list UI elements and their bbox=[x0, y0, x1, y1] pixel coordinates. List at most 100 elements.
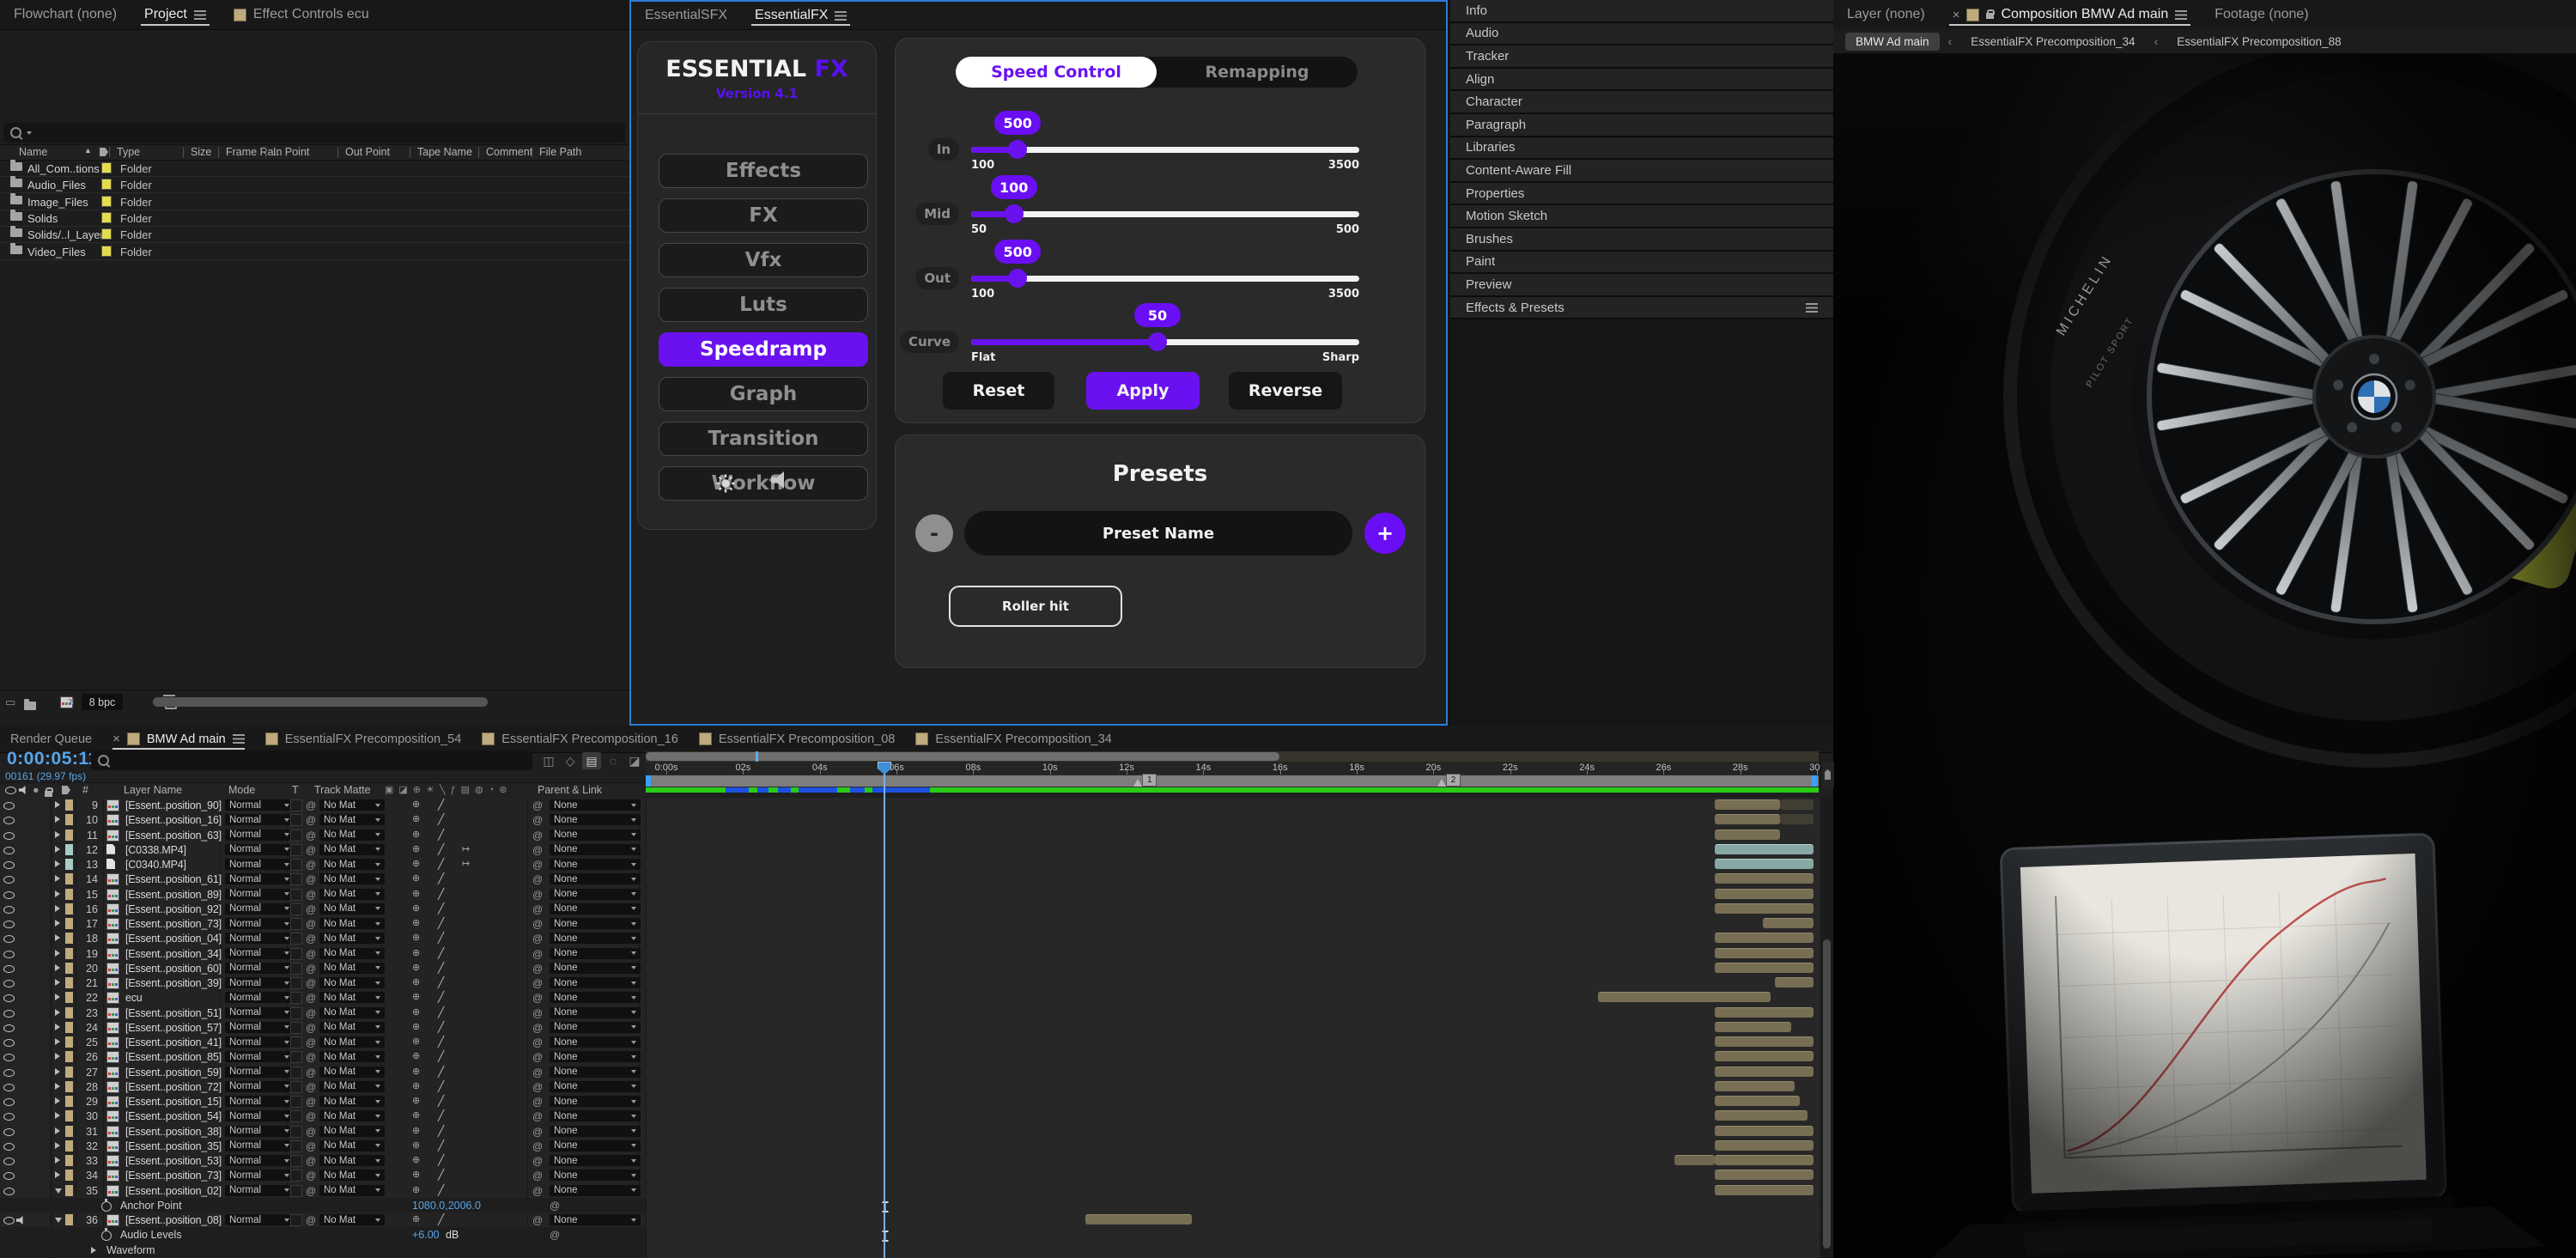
current-timecode[interactable]: 0:00:05:11 bbox=[7, 749, 99, 769]
av-cell[interactable] bbox=[38, 1182, 51, 1198]
new-folder-icon[interactable] bbox=[24, 699, 36, 710]
collapse-switch[interactable]: ⊕ bbox=[412, 1125, 420, 1136]
track-matte-dropdown[interactable]: No Mat bbox=[319, 902, 385, 915]
close-icon[interactable]: × bbox=[112, 732, 120, 746]
label-color-chip[interactable] bbox=[101, 245, 112, 257]
parent-pickwhip[interactable]: @ bbox=[532, 1126, 543, 1138]
layer-name[interactable]: [Essent..position_54] bbox=[125, 1110, 227, 1122]
layer-name[interactable]: [Essent..position_04] bbox=[125, 933, 227, 945]
collapse-switch[interactable]: ⊕ bbox=[412, 1109, 420, 1121]
pickwhip-icon[interactable]: @ bbox=[550, 1200, 560, 1212]
quality-switch[interactable]: ╱ bbox=[438, 888, 444, 900]
tab-effect-controls-ecu[interactable]: Effect Controls ecu bbox=[220, 0, 383, 29]
layer-track[interactable] bbox=[646, 1227, 1820, 1243]
layer-row-16[interactable]: 16 [Essent..position_92] Normal @ No Mat ⊕ ╱ @ N… bbox=[0, 901, 1833, 917]
track-matte-dropdown[interactable]: No Mat bbox=[319, 873, 385, 885]
layer-name[interactable]: [Essent..position_85] bbox=[125, 1051, 227, 1063]
parent-dropdown[interactable]: None bbox=[550, 1184, 641, 1196]
parent-pickwhip[interactable]: @ bbox=[532, 1081, 543, 1093]
close-icon[interactable]: × bbox=[1953, 8, 1960, 22]
av-cell[interactable] bbox=[38, 886, 51, 902]
av-cell[interactable] bbox=[26, 1138, 39, 1153]
layer-track[interactable] bbox=[646, 886, 1820, 902]
quality-switch[interactable]: ╱ bbox=[438, 1050, 444, 1062]
panel-menu-icon[interactable] bbox=[193, 9, 206, 20]
track-matte-pickwhip[interactable]: @ bbox=[306, 992, 316, 1004]
av-cell[interactable] bbox=[38, 1005, 51, 1020]
label-color-chip[interactable] bbox=[65, 1125, 73, 1137]
track-matte-dropdown[interactable]: No Mat bbox=[319, 1021, 385, 1033]
track-matte-pickwhip[interactable]: @ bbox=[306, 1081, 316, 1093]
label-color-chip[interactable] bbox=[65, 977, 73, 988]
layer-track[interactable] bbox=[646, 1109, 1820, 1124]
disclosure-icon[interactable] bbox=[55, 816, 60, 823]
eye-icon[interactable] bbox=[3, 1009, 15, 1018]
t-checkbox[interactable] bbox=[290, 1006, 302, 1019]
track-matte-dropdown[interactable]: No Mat bbox=[319, 1125, 385, 1137]
layer-bar[interactable] bbox=[1715, 1125, 1814, 1136]
av-cell[interactable] bbox=[14, 1064, 27, 1079]
av-cell[interactable] bbox=[26, 857, 39, 872]
label-color-chip[interactable] bbox=[65, 947, 73, 959]
track-matte-dropdown[interactable]: No Mat bbox=[319, 1155, 385, 1166]
layer-bar[interactable] bbox=[1775, 977, 1814, 988]
av-cell[interactable] bbox=[26, 886, 39, 902]
track-matte-pickwhip[interactable]: @ bbox=[306, 1036, 316, 1048]
project-row-all-com-tions[interactable]: All_Com..tions Folder bbox=[0, 160, 629, 177]
slider-track-mid[interactable] bbox=[971, 211, 1359, 217]
eye-icon[interactable] bbox=[3, 1217, 15, 1225]
track-matte-pickwhip[interactable]: @ bbox=[306, 859, 316, 871]
av-cell[interactable] bbox=[38, 901, 51, 916]
label-color-chip[interactable] bbox=[65, 1139, 73, 1152]
disclosure-icon[interactable] bbox=[55, 1008, 60, 1016]
av-cell[interactable] bbox=[26, 945, 39, 961]
add-preset-button[interactable]: + bbox=[1364, 513, 1406, 554]
column-header-comment[interactable]: Comment bbox=[486, 146, 532, 158]
parent-pickwhip[interactable]: @ bbox=[532, 1067, 543, 1079]
eye-icon[interactable] bbox=[3, 1024, 15, 1032]
t-checkbox[interactable] bbox=[290, 814, 302, 827]
parent-pickwhip[interactable]: @ bbox=[532, 844, 543, 856]
panel-menu-icon[interactable] bbox=[232, 734, 245, 744]
t-checkbox[interactable] bbox=[290, 962, 302, 975]
layer-bar[interactable] bbox=[1715, 1080, 1795, 1091]
parent-pickwhip[interactable]: @ bbox=[532, 903, 543, 915]
t-checkbox[interactable] bbox=[290, 799, 302, 811]
av-cell[interactable] bbox=[38, 945, 51, 961]
t-checkbox[interactable] bbox=[290, 947, 302, 960]
layer-row-24[interactable]: 24 [Essent..position_57] Normal @ No Mat ⊕ ╱ @ N… bbox=[0, 1019, 1833, 1036]
track-matte-dropdown[interactable]: No Mat bbox=[319, 992, 385, 1004]
eye-icon[interactable] bbox=[3, 1142, 15, 1151]
collapse-switch[interactable]: ⊕ bbox=[412, 932, 420, 943]
av-cell[interactable] bbox=[26, 812, 39, 828]
quality-switch[interactable]: ╱ bbox=[438, 799, 444, 811]
label-color-chip[interactable] bbox=[65, 814, 73, 826]
layer-track[interactable] bbox=[646, 857, 1820, 872]
track-matte-pickwhip[interactable]: @ bbox=[306, 903, 316, 915]
t-checkbox[interactable] bbox=[290, 1184, 302, 1197]
property-value[interactable]: 1080.0,2006.0 bbox=[412, 1200, 481, 1212]
layer-row-23[interactable]: 23 [Essent..position_51] Normal @ No Mat ⊕ ╱ @ N… bbox=[0, 1005, 1833, 1021]
av-cell[interactable] bbox=[26, 990, 39, 1006]
av-cell[interactable] bbox=[38, 827, 51, 842]
disclosure-icon[interactable] bbox=[55, 830, 60, 838]
reverse-button[interactable]: Reverse bbox=[1229, 372, 1342, 410]
dock-panel-paint[interactable]: Paint bbox=[1450, 251, 1833, 275]
track-matte-dropdown[interactable]: No Mat bbox=[319, 947, 385, 959]
av-cell[interactable] bbox=[38, 872, 51, 887]
parent-dropdown[interactable]: None bbox=[550, 992, 641, 1004]
layer-row-35[interactable]: 35 [Essent..position_02] Normal @ No Mat ⊕ ╱ @ N… bbox=[0, 1182, 1833, 1199]
track-matte-dropdown[interactable]: No Mat bbox=[319, 814, 385, 826]
collapse-switch[interactable]: ⊕ bbox=[412, 947, 420, 958]
layer-bar[interactable] bbox=[1715, 888, 1814, 899]
av-cell[interactable] bbox=[26, 827, 39, 842]
quality-switch[interactable]: ╱ bbox=[438, 813, 444, 825]
av-cell[interactable] bbox=[38, 931, 51, 946]
nav-speedramp-button[interactable]: Speedramp bbox=[659, 332, 868, 367]
layer-bar[interactable] bbox=[1715, 859, 1814, 869]
track-matte-dropdown[interactable]: No Mat bbox=[319, 1006, 385, 1018]
layer-bar[interactable] bbox=[1597, 992, 1771, 1003]
timeline-column-headers[interactable]: ● # Layer Name Mode T Track Matte ▣◪⊕☀╲ƒ… bbox=[0, 782, 646, 799]
av-cell[interactable] bbox=[14, 1182, 27, 1198]
av-cell[interactable] bbox=[14, 931, 27, 946]
